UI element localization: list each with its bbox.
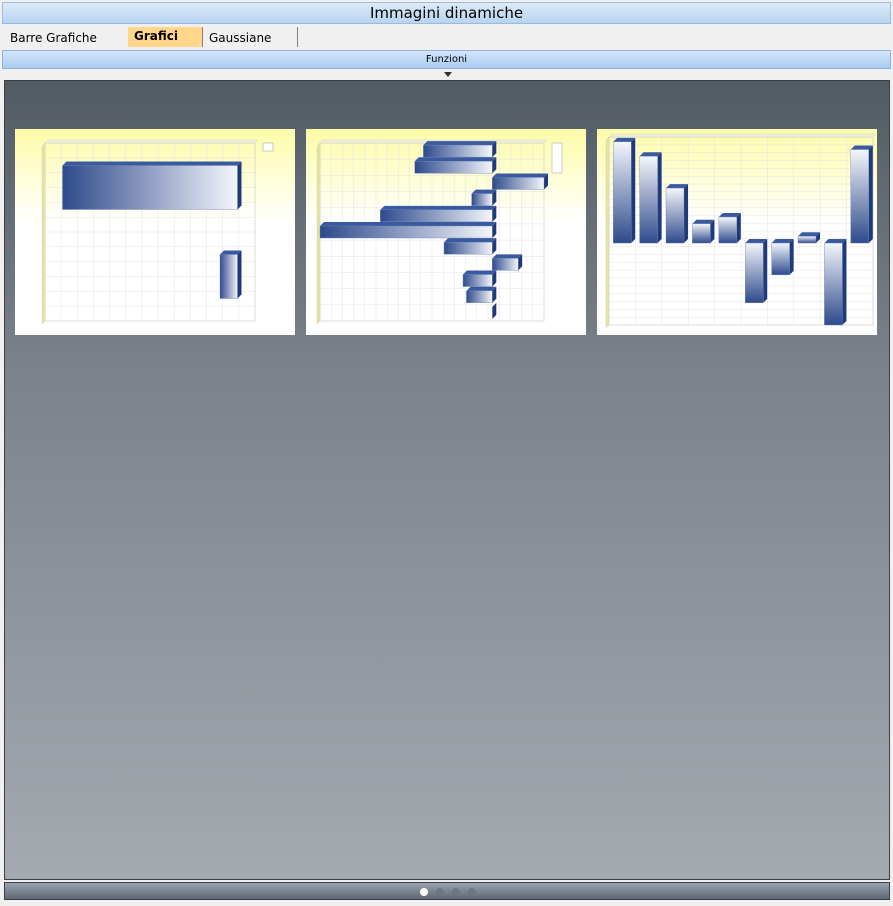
bar-top-face <box>380 205 497 210</box>
plot-top-wall <box>608 133 877 138</box>
chart-thumbnail-2[interactable] <box>306 129 586 335</box>
bar-side-face <box>842 239 847 325</box>
plot-side-wall <box>605 136 610 329</box>
bar-side-face <box>684 184 688 244</box>
bar-top-face <box>492 254 523 259</box>
bar <box>219 254 238 299</box>
bar-side-face <box>631 137 636 244</box>
bar-side-face <box>736 213 741 244</box>
bar <box>492 177 545 190</box>
bar <box>466 290 493 303</box>
bar-side-face <box>710 219 715 244</box>
bar <box>824 242 843 326</box>
bar <box>319 225 493 239</box>
functions-bar[interactable]: Funzioni <box>2 50 891 69</box>
bar-side-face <box>763 239 768 303</box>
bar <box>613 141 632 244</box>
tab-gaussiane[interactable]: Gaussiane <box>202 27 298 47</box>
tab-bar: Barre Grafiche Grafici Gaussiane <box>2 26 891 48</box>
page-dot-4[interactable] <box>468 888 476 896</box>
bar-top-face <box>444 238 497 243</box>
bar-side-face <box>868 145 873 244</box>
bar <box>462 274 493 287</box>
bar <box>492 258 519 271</box>
bar <box>718 216 738 244</box>
chart-3 <box>597 129 877 335</box>
chart-1 <box>15 129 295 335</box>
bar <box>471 193 493 206</box>
expand-arrow-icon[interactable] <box>444 72 452 77</box>
bar <box>443 241 493 255</box>
bar <box>771 242 790 276</box>
pager-bar <box>4 882 890 900</box>
bar-top-face <box>492 173 548 178</box>
window-title: Immagini dinamiche <box>2 2 891 24</box>
bar-side-face <box>657 152 662 244</box>
page-dot-2[interactable] <box>436 888 444 896</box>
plot-top-wall <box>44 139 259 144</box>
bar <box>423 144 493 158</box>
page-dot-3[interactable] <box>452 888 460 896</box>
tab-grafici[interactable]: Grafici <box>128 27 202 47</box>
bar <box>797 236 817 244</box>
legend-box <box>551 142 563 174</box>
bar-top-face <box>320 222 497 226</box>
bar-top-face <box>423 141 497 146</box>
bar <box>692 223 711 244</box>
bar-side-face <box>237 161 242 210</box>
bar <box>850 149 870 244</box>
plot-side-wall <box>316 142 321 325</box>
bar-side-face <box>237 250 242 299</box>
bar <box>414 161 493 174</box>
bar-top-face <box>463 270 497 275</box>
bar-top-face <box>471 189 497 194</box>
legend-box <box>262 142 274 152</box>
bar <box>744 242 764 304</box>
bar-side-face <box>789 239 794 275</box>
chart-2 <box>306 129 586 335</box>
bar <box>639 156 658 244</box>
tab-barre-grafiche[interactable]: Barre Grafiche <box>4 27 128 47</box>
bar-top-face <box>466 286 497 291</box>
bar-top-face <box>414 157 497 162</box>
bar <box>665 187 685 244</box>
bar-top-face <box>62 161 242 166</box>
chart-thumbnail-1[interactable] <box>15 129 295 335</box>
bar <box>62 165 238 210</box>
chart-thumbnail-3[interactable] <box>597 129 877 335</box>
bar <box>380 209 493 223</box>
plot-side-wall <box>41 142 46 325</box>
page-dot-1[interactable] <box>420 888 428 896</box>
